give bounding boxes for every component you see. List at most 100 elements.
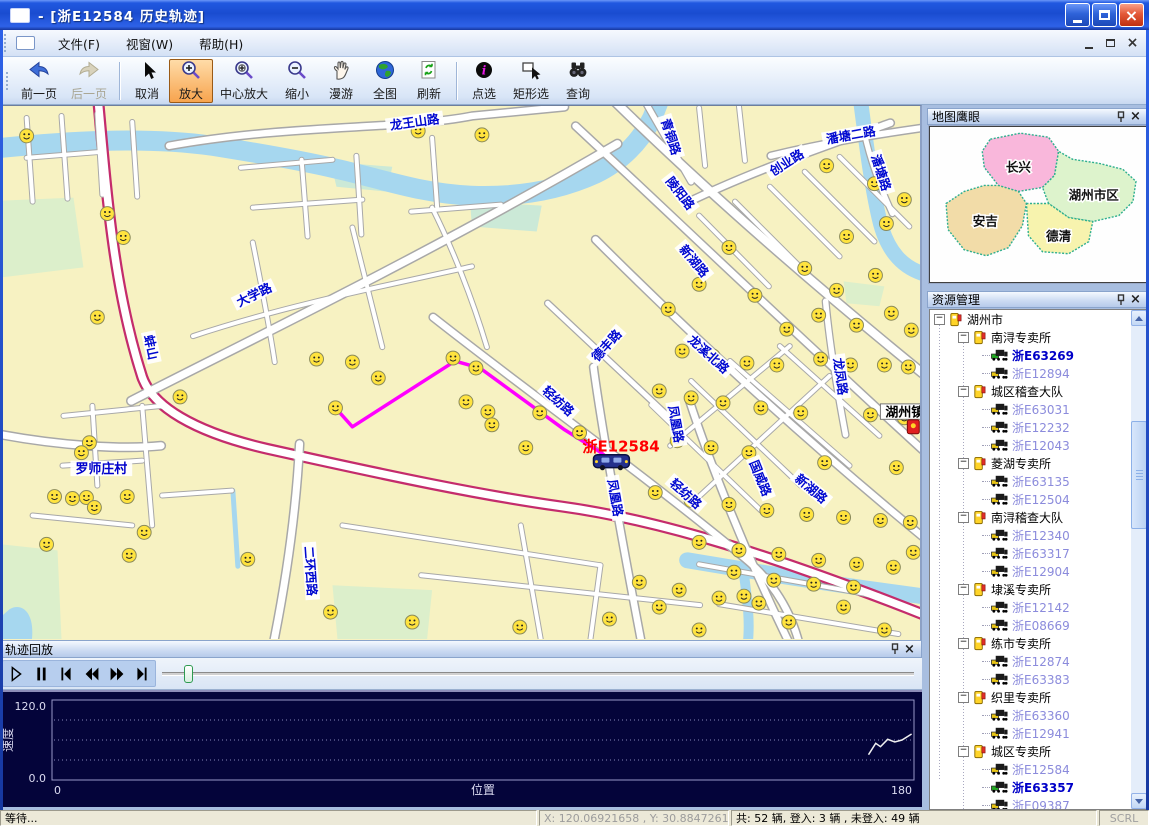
tree-expand-box[interactable] [958,512,969,523]
vehicle-smiley-marker[interactable] [877,623,891,637]
tree-expand-box[interactable] [958,584,969,595]
toolbar-button-zoom-in[interactable]: 放大 [169,59,213,103]
vehicle-smiley-marker[interactable] [485,418,499,432]
toolbar-button-full-extent-globe[interactable]: 全图 [363,59,407,103]
menubar-drag-handle[interactable] [3,33,8,53]
playback-pause-button[interactable] [29,662,52,685]
vehicle-smiley-marker[interactable] [704,441,718,455]
vehicle-smiley-marker[interactable] [40,537,54,551]
playback-skip-start-button[interactable] [55,662,78,685]
tree-expand-box[interactable] [958,746,969,757]
vehicle-smiley-marker[interactable] [873,513,887,527]
vehicle-smiley-marker[interactable] [20,129,34,143]
vehicle-smiley-marker[interactable] [770,358,784,372]
close-icon[interactable] [1128,110,1143,123]
vehicle-smiley-marker[interactable] [74,446,88,460]
tree-group-菱湖专卖所[interactable]: 菱湖专卖所 [930,454,1131,472]
pin-icon[interactable] [1113,110,1128,123]
vehicle-smiley-marker[interactable] [652,600,666,614]
playback-fast-forward-button[interactable] [105,662,128,685]
playback-rewind-button[interactable] [80,662,103,685]
tree-expand-box[interactable] [958,692,969,703]
vehicle-smiley-marker[interactable] [722,498,736,512]
mdi-child-icon[interactable] [16,36,35,50]
vehicle-smiley-marker[interactable] [328,401,342,415]
vehicle-smiley-marker[interactable] [675,344,689,358]
vehicle-smiley-marker[interactable] [727,565,741,579]
vehicle-smiley-marker[interactable] [798,261,812,275]
tree-vehicle-浙E63135[interactable]: 浙E63135 [930,472,1131,490]
toolbar-button-cancel-cursor[interactable]: 取消 [125,59,169,103]
tree-vehicle-浙E12584[interactable]: 浙E12584 [930,760,1131,778]
tracked-vehicle-icon[interactable] [593,455,629,471]
vehicle-smiley-marker[interactable] [760,504,774,518]
tree-vehicle-浙E09387[interactable]: 浙E09387 [930,796,1131,809]
vehicle-smiley-marker[interactable] [877,358,891,372]
vehicle-smiley-marker[interactable] [837,600,851,614]
vehicle-smiley-marker[interactable] [906,545,920,559]
scroll-up-arrow-icon[interactable] [1131,310,1147,326]
vehicle-smiley-marker[interactable] [716,396,730,410]
vehicle-smiley-marker[interactable] [847,580,861,594]
vehicle-smiley-marker[interactable] [90,310,104,324]
vehicle-smiley-marker[interactable] [87,501,101,515]
vehicle-smiley-marker[interactable] [863,408,877,422]
tree-group-南浔专卖所[interactable]: 南浔专卖所 [930,328,1131,346]
tree-vehicle-浙E08669[interactable]: 浙E08669 [930,616,1131,634]
vehicle-smiley-marker[interactable] [345,355,359,369]
toolbar-button-prev-page-arrow[interactable]: 前一页 [14,59,64,103]
tree-group-南浔稽查大队[interactable]: 南浔稽查大队 [930,508,1131,526]
tree-vehicle-浙E63031[interactable]: 浙E63031 [930,400,1131,418]
vehicle-smiley-marker[interactable] [732,543,746,557]
vehicle-smiley-marker[interactable] [310,352,324,366]
restore-button[interactable] [1092,3,1117,27]
tree-vehicle-浙E12904[interactable]: 浙E12904 [930,562,1131,580]
vehicle-smiley-marker[interactable] [371,371,385,385]
toolbar-button-zoom-center[interactable]: 中心放大 [213,59,275,103]
vehicle-smiley-marker[interactable] [116,231,130,245]
vehicle-smiley-marker[interactable] [812,308,826,322]
vehicle-smiley-marker[interactable] [884,306,898,320]
tree-group-练市专卖所[interactable]: 练市专卖所 [930,634,1131,652]
tree-expand-box[interactable] [958,638,969,649]
close-icon[interactable] [1128,293,1143,306]
vehicle-smiley-marker[interactable] [481,405,495,419]
vehicle-smiley-marker[interactable] [897,193,911,207]
vehicle-smiley-marker[interactable] [122,548,136,562]
tree-vehicle-浙E12504[interactable]: 浙E12504 [930,490,1131,508]
vehicle-smiley-marker[interactable] [772,547,786,561]
vehicle-smiley-marker[interactable] [173,390,187,404]
vehicle-smiley-marker[interactable] [632,575,646,589]
vehicle-smiley-marker[interactable] [812,553,826,567]
playback-skip-end-button[interactable] [131,662,154,685]
tree-vehicle-浙E63269[interactable]: 浙E63269 [930,346,1131,364]
vehicle-smiley-marker[interactable] [672,583,686,597]
tree-expand-box[interactable] [958,458,969,469]
toolbar-button-query-binoculars[interactable]: 查询 [556,59,600,103]
vehicle-smiley-marker[interactable] [475,128,489,142]
toolbar-button-point-select[interactable]: i点选 [462,59,506,103]
vehicle-smiley-marker[interactable] [459,395,473,409]
vehicle-smiley-marker[interactable] [692,623,706,637]
vehicle-smiley-marker[interactable] [850,557,864,571]
tree-vehicle-浙E12874[interactable]: 浙E12874 [930,652,1131,670]
vehicle-smiley-marker[interactable] [513,620,527,634]
vehicle-smiley-marker[interactable] [48,490,62,504]
vehicle-smiley-marker[interactable] [737,589,751,603]
toolbar-button-zoom-out[interactable]: 缩小 [275,59,319,103]
vehicle-smiley-marker[interactable] [405,615,419,629]
vehicle-smiley-marker[interactable] [807,577,821,591]
tree-vehicle-浙E12340[interactable]: 浙E12340 [930,526,1131,544]
vehicle-smiley-marker[interactable] [794,406,808,420]
vehicle-smiley-marker[interactable] [241,552,255,566]
vehicle-smiley-marker[interactable] [780,322,794,336]
tree-vehicle-浙E12043[interactable]: 浙E12043 [930,436,1131,454]
map-canvas[interactable]: 龙王山路青铜路潘塘二路潘塘路创业路陵阳路新湖路大学路蚌山德丰路龙溪北路轻纺路凤凰… [0,106,920,639]
tree-vehicle-浙E63360[interactable]: 浙E63360 [930,706,1131,724]
toolbar-drag-handle[interactable] [5,71,10,91]
pin-icon[interactable] [887,643,902,656]
mdi-minimize-button[interactable] [1080,35,1097,51]
scroll-down-arrow-icon[interactable] [1131,793,1147,809]
tree-group-城区专卖所[interactable]: 城区专卖所 [930,742,1131,760]
vehicle-smiley-marker[interactable] [754,401,768,415]
